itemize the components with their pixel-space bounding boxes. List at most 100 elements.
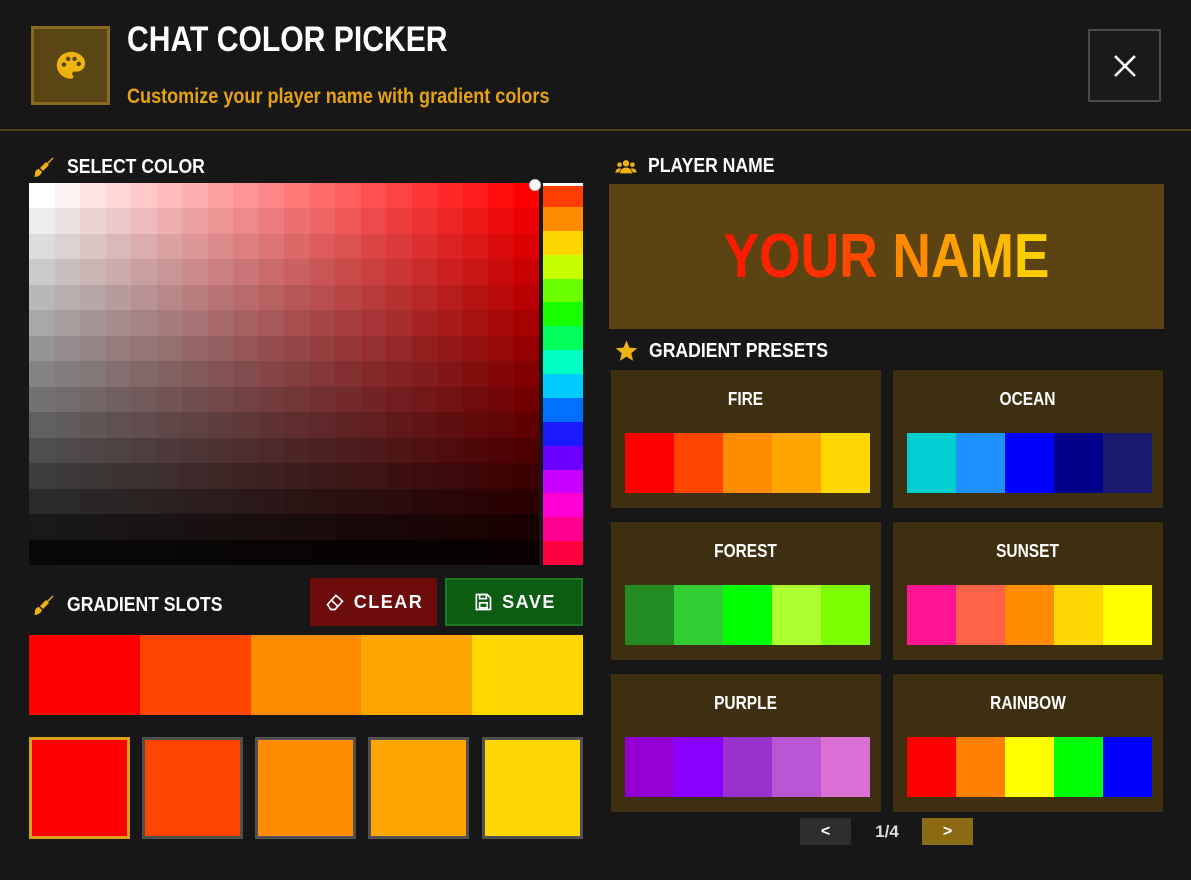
sv-cell[interactable] (284, 361, 310, 387)
sv-cell[interactable] (411, 514, 437, 540)
sv-cell[interactable] (386, 310, 412, 336)
sv-cell[interactable] (411, 284, 437, 311)
sv-cell[interactable] (309, 488, 335, 515)
sv-cell[interactable] (411, 208, 437, 234)
sv-cell[interactable] (462, 183, 488, 209)
sv-cell[interactable] (233, 412, 259, 438)
sv-cell[interactable] (284, 539, 310, 565)
sv-cell[interactable] (411, 463, 437, 489)
sv-cell[interactable] (80, 284, 106, 311)
sv-cell[interactable] (54, 208, 80, 234)
sv-cell[interactable] (335, 208, 361, 234)
sv-cell[interactable] (105, 539, 131, 565)
sv-cell[interactable] (513, 310, 539, 336)
sv-cell[interactable] (182, 412, 208, 438)
sv-cell[interactable] (284, 488, 310, 515)
preset-forest[interactable]: FOREST (611, 522, 881, 660)
sv-cell[interactable] (488, 335, 514, 362)
sv-cell[interactable] (258, 514, 284, 540)
sv-cell[interactable] (437, 361, 463, 387)
sv-cell[interactable] (131, 539, 157, 565)
sv-cell[interactable] (233, 488, 259, 515)
sv-cell[interactable] (284, 386, 310, 413)
sv-cell[interactable] (309, 335, 335, 362)
sv-cell[interactable] (105, 386, 131, 413)
sv-cell[interactable] (462, 412, 488, 438)
sv-cell[interactable] (386, 539, 412, 565)
sv-cell[interactable] (105, 488, 131, 515)
sv-cell[interactable] (488, 539, 514, 565)
hue-swatch[interactable] (543, 206, 583, 231)
sv-cell[interactable] (156, 539, 182, 565)
sv-cell[interactable] (131, 208, 157, 234)
sv-cell[interactable] (335, 233, 361, 260)
sv-cell[interactable] (284, 208, 310, 234)
sv-cell[interactable] (462, 437, 488, 464)
hue-slider-marker[interactable] (543, 183, 583, 186)
sv-cell[interactable] (386, 208, 412, 234)
sv-cell[interactable] (54, 310, 80, 336)
sv-cell[interactable] (284, 463, 310, 489)
gradient-slot-3[interactable] (255, 737, 356, 839)
sv-cell[interactable] (437, 412, 463, 438)
hue-swatch[interactable] (543, 493, 583, 518)
sv-cell[interactable] (80, 335, 106, 362)
sv-cell[interactable] (488, 208, 514, 234)
sv-cell[interactable] (258, 335, 284, 362)
sv-cell[interactable] (29, 259, 55, 285)
sv-cell[interactable] (309, 463, 335, 489)
sv-cell[interactable] (386, 233, 412, 260)
sv-cell[interactable] (29, 361, 55, 387)
sv-cell[interactable] (233, 335, 259, 362)
sv-cell[interactable] (488, 310, 514, 336)
sv-cell[interactable] (233, 514, 259, 540)
sv-cell[interactable] (258, 183, 284, 209)
sv-cell[interactable] (386, 361, 412, 387)
sv-cell[interactable] (411, 488, 437, 515)
sv-cell[interactable] (131, 488, 157, 515)
sv-cell[interactable] (207, 539, 233, 565)
sv-cell[interactable] (156, 335, 182, 362)
sv-cell[interactable] (105, 208, 131, 234)
sv-cell[interactable] (411, 412, 437, 438)
sv-cell[interactable] (284, 259, 310, 285)
sv-cell[interactable] (309, 412, 335, 438)
hue-swatch[interactable] (543, 421, 583, 446)
sv-cell[interactable] (207, 412, 233, 438)
sv-cell[interactable] (182, 233, 208, 260)
sv-cell[interactable] (182, 335, 208, 362)
sv-cell[interactable] (258, 437, 284, 464)
next-page-button[interactable]: > (922, 818, 973, 845)
color-picker-handle[interactable] (529, 179, 541, 191)
sv-cell[interactable] (488, 412, 514, 438)
sv-cell[interactable] (207, 259, 233, 285)
sv-cell[interactable] (513, 463, 539, 489)
sv-cell[interactable] (105, 259, 131, 285)
close-button[interactable] (1088, 29, 1161, 102)
sv-cell[interactable] (182, 514, 208, 540)
hue-swatch[interactable] (543, 517, 583, 542)
sv-cell[interactable] (258, 386, 284, 413)
sv-cell[interactable] (335, 284, 361, 311)
sv-cell[interactable] (284, 412, 310, 438)
sv-cell[interactable] (207, 488, 233, 515)
sv-cell[interactable] (411, 259, 437, 285)
sv-cell[interactable] (309, 514, 335, 540)
sv-cell[interactable] (437, 514, 463, 540)
sv-cell[interactable] (335, 259, 361, 285)
sv-cell[interactable] (80, 386, 106, 413)
sv-cell[interactable] (207, 386, 233, 413)
sv-cell[interactable] (309, 183, 335, 209)
sv-cell[interactable] (335, 386, 361, 413)
sv-cell[interactable] (462, 233, 488, 260)
sv-cell[interactable] (131, 412, 157, 438)
sv-cell[interactable] (54, 386, 80, 413)
sv-cell[interactable] (335, 335, 361, 362)
sv-cell[interactable] (54, 539, 80, 565)
sv-cell[interactable] (462, 335, 488, 362)
sv-cell[interactable] (462, 310, 488, 336)
sv-cell[interactable] (29, 463, 55, 489)
sv-cell[interactable] (233, 539, 259, 565)
sv-cell[interactable] (437, 437, 463, 464)
sv-cell[interactable] (29, 386, 55, 413)
